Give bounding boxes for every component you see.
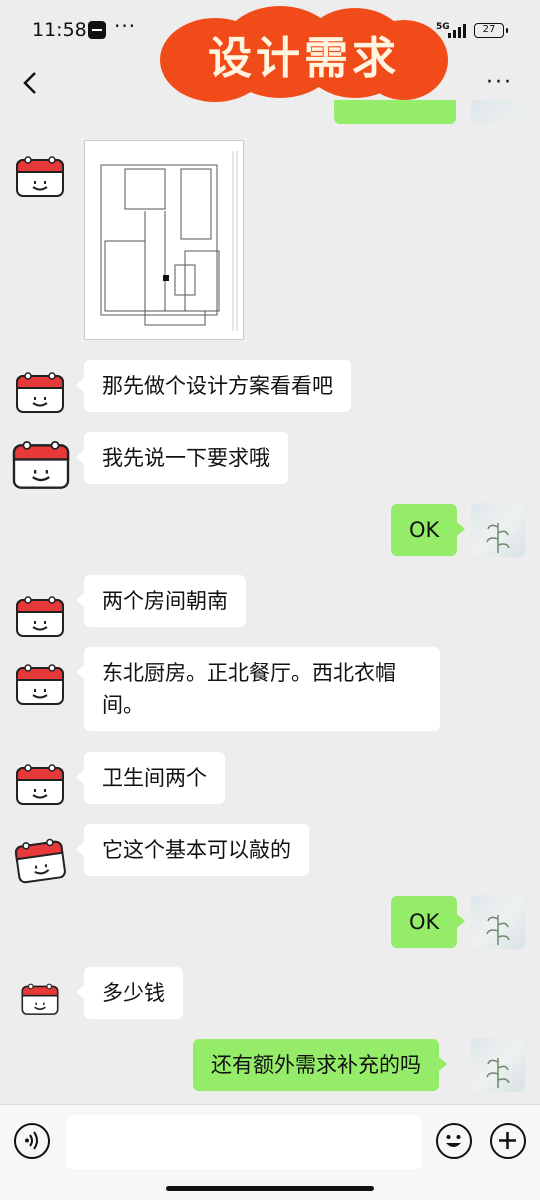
user-avatar[interactable] xyxy=(471,1038,525,1092)
plant-icon xyxy=(486,915,510,945)
calendar-avatar[interactable] xyxy=(14,368,66,414)
message-bubble[interactable]: 那先做个设计方案看看吧 xyxy=(76,360,351,412)
message-bubble-self[interactable]: OK xyxy=(391,896,466,948)
emoji-icon xyxy=(446,1135,461,1147)
plant-icon xyxy=(486,1058,510,1088)
calendar-avatar[interactable] xyxy=(10,436,72,490)
add-button[interactable] xyxy=(490,1123,526,1159)
calendar-avatar[interactable] xyxy=(14,592,66,638)
calendar-avatar[interactable] xyxy=(14,152,66,198)
emoji-button[interactable] xyxy=(436,1123,472,1159)
message-bubble[interactable]: 东北厨房。正北餐厅。西北衣帽 间。 xyxy=(76,647,440,731)
status-dots: ··· xyxy=(114,14,137,38)
message-line: 东北厨房。正北餐厅。西北衣帽 xyxy=(102,661,396,685)
status-time: 11:58 xyxy=(32,19,87,41)
message-bubble[interactable]: 卫生间两个 xyxy=(76,752,225,804)
banner-title: 设计需求 xyxy=(208,33,400,84)
user-avatar[interactable] xyxy=(471,503,525,557)
message-input[interactable] xyxy=(66,1115,422,1169)
message-bubble[interactable]: 我先说一下要求哦 xyxy=(76,432,288,484)
voice-icon xyxy=(25,1131,38,1150)
message-bubble[interactable]: 多少钱 xyxy=(76,967,183,1019)
calendar-avatar[interactable] xyxy=(14,660,66,706)
title-banner: 设计需求 xyxy=(160,4,448,102)
signal-icon xyxy=(448,24,466,38)
message-bubble-self[interactable]: 还有额外需求补充的吗 xyxy=(193,1039,447,1091)
message-bubble[interactable]: 它这个基本可以敲的 xyxy=(76,824,309,876)
message-bubble-self[interactable]: OK xyxy=(391,504,466,556)
floor-plan-image[interactable] xyxy=(84,140,244,340)
message-line: 间。 xyxy=(102,693,144,717)
more-button[interactable]: ··· xyxy=(486,70,513,95)
plus-icon xyxy=(499,1132,516,1149)
battery-icon: 27 xyxy=(474,23,508,38)
partial-bubble xyxy=(334,100,456,124)
message-bubble[interactable]: 两个房间朝南 xyxy=(76,575,246,627)
back-button[interactable] xyxy=(18,70,44,96)
partial-avatar xyxy=(471,100,525,124)
calendar-avatar[interactable] xyxy=(11,833,69,886)
plant-icon xyxy=(486,523,510,553)
floor-plan-drawing xyxy=(91,145,239,335)
calendar-avatar[interactable] xyxy=(14,760,66,806)
recording-indicator-icon xyxy=(88,21,106,39)
calendar-avatar[interactable] xyxy=(20,980,60,1016)
voice-button[interactable] xyxy=(14,1123,50,1159)
user-avatar[interactable] xyxy=(471,895,525,949)
chevron-left-icon xyxy=(23,72,36,94)
home-indicator[interactable] xyxy=(166,1186,374,1191)
